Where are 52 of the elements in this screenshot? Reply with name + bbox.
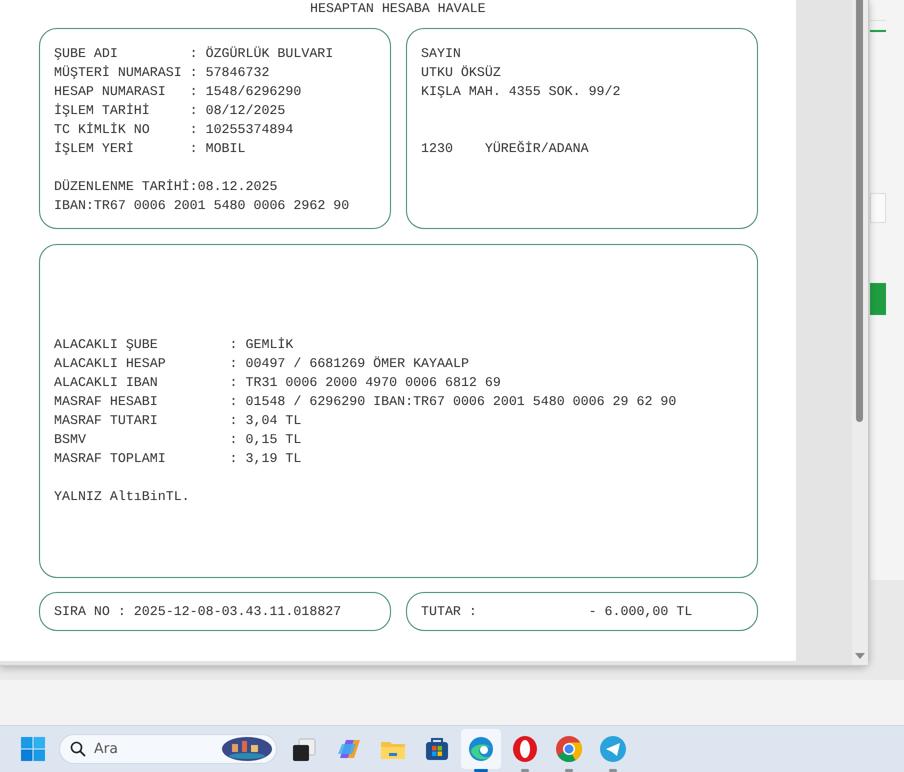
field-value: : 1548/6296290: [190, 83, 302, 101]
scrollbar[interactable]: [852, 0, 868, 665]
field-value: : MOBIL: [190, 140, 246, 158]
field-value: : 57846732: [190, 64, 270, 82]
field-label: ŞUBE ADI: [54, 45, 119, 63]
opera-browser-icon: [510, 734, 540, 764]
field-value: : GEMLİK: [230, 336, 294, 354]
field-label: MASRAF HESABI: [54, 393, 159, 411]
info-line: DÜZENLENME TARİHİ:08.12.2025: [54, 178, 278, 196]
address-line: UTKU ÖKSÜZ: [421, 64, 502, 82]
field-value: : 3,04 TL: [230, 412, 302, 430]
document-title: HESAPTAN HESABA HAVALE: [310, 1, 487, 16]
field-label: MASRAF TUTARI: [54, 412, 159, 430]
running-indicator: [521, 769, 529, 772]
amount-in-words: YALNIZ AltıBinTL.: [54, 488, 191, 506]
field-label: İŞLEM TARİHİ: [54, 102, 151, 120]
field-label: TC KİMLİK NO: [54, 121, 151, 139]
field-value: : 00497 / 6681269 ÖMER KAYAALP: [230, 355, 469, 373]
field-label: MÜŞTERİ NUMARASI: [54, 64, 183, 82]
field-label: ALACAKLI HESAP: [54, 355, 167, 373]
search-icon[interactable]: [70, 741, 86, 757]
postal-line: 1230 YÜREĞİR/ADANA: [421, 140, 590, 158]
field-value: : 0,15 TL: [230, 431, 302, 449]
running-indicator: [565, 769, 573, 772]
paper-plane-icon: [598, 734, 628, 764]
field-value: : TR31 0006 2000 4970 0006 6812 69: [230, 374, 501, 392]
field-label: ALACAKLI IBAN: [54, 374, 159, 392]
field-label: İŞLEM YERİ: [54, 140, 135, 158]
scrollbar-thumb[interactable]: [856, 0, 863, 422]
field-value: : 08/12/2025: [190, 102, 286, 120]
town-illustration-icon: [222, 736, 272, 762]
field-label: ALACAKLI ŞUBE: [54, 336, 159, 354]
chrome-browser-icon: [554, 734, 584, 764]
edge-browser-icon: [466, 734, 496, 764]
start-button-icon[interactable]: [20, 736, 46, 762]
field-value: : 3,19 TL: [230, 450, 302, 468]
running-indicator: [474, 769, 488, 772]
amount-value: - 6.000,00 TL: [588, 603, 692, 621]
search-field[interactable]: Ara: [59, 734, 277, 764]
info-line: IBAN:TR67 0006 2001 5480 0006 2962 90: [54, 197, 350, 215]
field-label: MASRAF TOPLAMI: [54, 450, 167, 468]
running-indicator: [609, 769, 617, 772]
amount-label: TUTAR :: [421, 603, 477, 621]
field-label: BSMV: [54, 431, 87, 449]
field-value: : 10255374894: [190, 121, 294, 139]
scroll-down-arrow-icon[interactable]: [855, 653, 865, 659]
address-line: SAYIN: [421, 45, 462, 63]
field-label: HESAP NUMARASI: [54, 83, 167, 101]
field-value: : ÖZGÜRLÜK BULVARI: [190, 45, 334, 63]
sequence-number: SIRA NO : 2025-12-08-03.43.11.018827: [54, 604, 342, 619]
field-value: : 01548 / 6296290 IBAN:TR67 0006 2001 5480 0006 29 62 90: [230, 393, 676, 411]
address-line: KIŞLA MAH. 4355 SOK. 99/2: [421, 83, 622, 101]
